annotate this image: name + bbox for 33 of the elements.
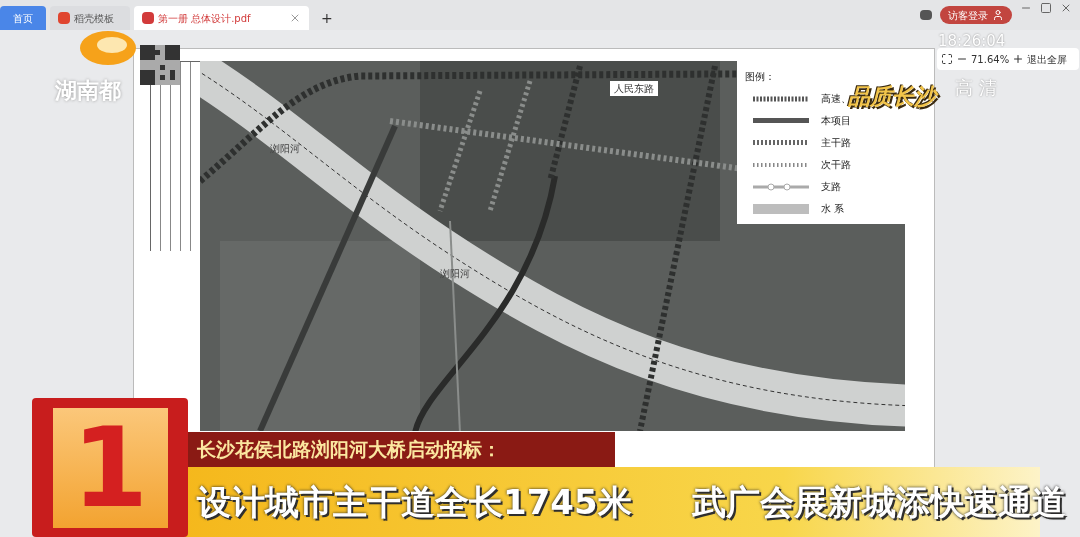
dashed-line-icon xyxy=(753,140,809,145)
user-icon xyxy=(992,9,1004,21)
browser-tab[interactable]: 稻壳模板 xyxy=(50,6,130,30)
legend-title: 图例： xyxy=(745,70,776,84)
new-tab-button[interactable]: + xyxy=(313,6,341,30)
maximize-icon[interactable] xyxy=(1040,2,1052,14)
close-icon[interactable] xyxy=(289,12,301,24)
water-swatch-icon xyxy=(753,203,809,214)
legend-label: 水 系 xyxy=(821,202,845,216)
channel-logo-icon xyxy=(78,28,138,68)
zoom-in-icon[interactable] xyxy=(1012,53,1025,65)
subtitle-text: 设计城市主干道全长1745米 xyxy=(197,480,632,524)
login-button[interactable]: 访客登录 xyxy=(940,6,1012,24)
map-label: 浏阳河 xyxy=(440,267,470,281)
highway-line-icon xyxy=(753,95,809,102)
rank-number: 1 xyxy=(71,412,149,523)
dotted-line-icon xyxy=(753,162,809,167)
browser-tab[interactable]: 第一册 总体设计.pdf xyxy=(134,6,309,30)
legend-label: 支路 xyxy=(821,180,841,194)
legend-label: 次干路 xyxy=(821,158,851,172)
qr-code-icon xyxy=(140,45,180,85)
legend-label: 本项目 xyxy=(821,114,851,128)
branch-line-icon xyxy=(753,182,809,191)
fit-screen-icon[interactable] xyxy=(941,53,953,65)
legend-label: 主干路 xyxy=(821,136,851,150)
zoom-level: 71.64% xyxy=(971,52,1010,67)
headline-text: 长沙花侯北路浏阳河大桥启动招标： xyxy=(197,437,501,463)
exit-fullscreen-button[interactable]: 退出全屏 xyxy=(1027,51,1068,67)
close-icon[interactable] xyxy=(1060,2,1072,14)
subtitle-text: 武广会展新城添快速通道 xyxy=(691,480,1066,524)
map-label: 人民东路 xyxy=(610,81,658,96)
map-label: 浏阳河 xyxy=(270,142,300,156)
browser-tab[interactable]: 首页 xyxy=(0,6,46,30)
